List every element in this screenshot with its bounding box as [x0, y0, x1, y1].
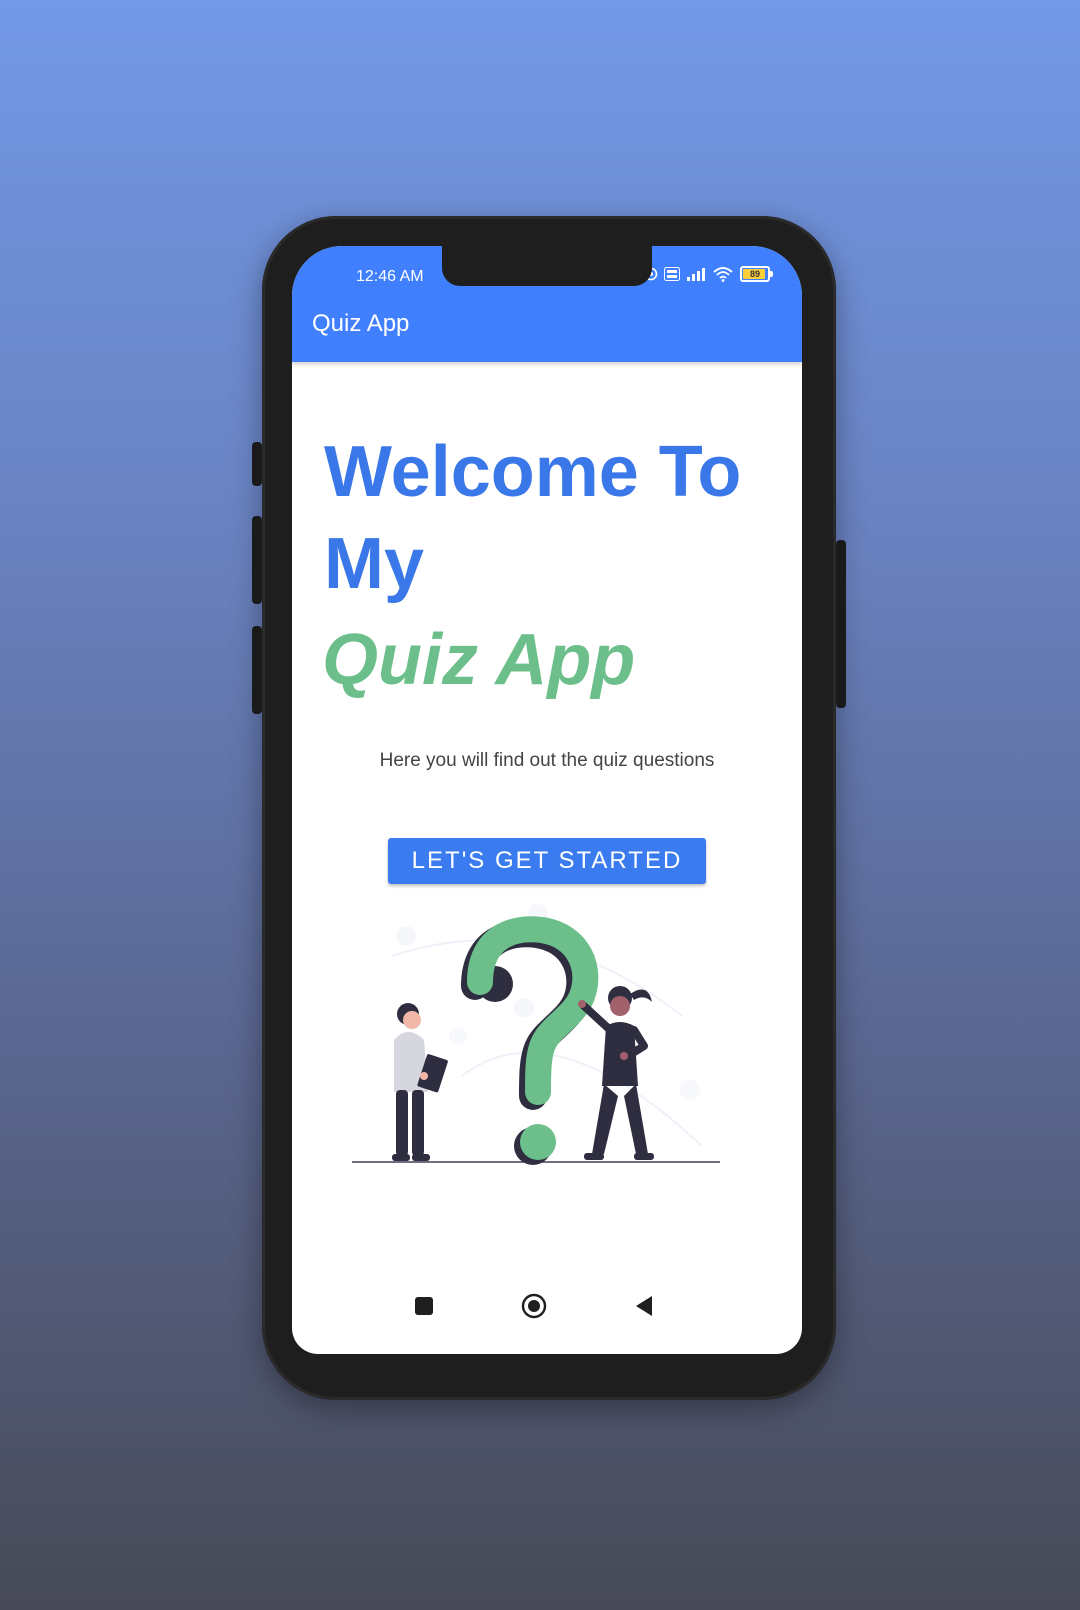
system-nav-bar — [292, 1276, 802, 1336]
wifi-icon — [713, 267, 733, 282]
welcome-heading: Welcome To My — [324, 432, 742, 604]
battery-icon: 89 — [740, 266, 773, 282]
volume-down-button — [252, 626, 262, 714]
home-icon — [521, 1293, 547, 1319]
back-button[interactable] — [630, 1292, 658, 1320]
recents-icon — [415, 1297, 433, 1315]
phone-side-button — [252, 442, 262, 486]
welcome-subtitle: Here you will find out the quiz question… — [379, 750, 715, 771]
recents-button[interactable] — [410, 1292, 438, 1320]
status-icons: 89 — [644, 266, 773, 282]
person-left — [392, 1003, 448, 1161]
status-time: 12:46 AM — [356, 268, 424, 285]
home-button[interactable] — [520, 1292, 548, 1320]
volte-icon — [664, 267, 680, 281]
power-button — [836, 540, 846, 708]
back-icon — [636, 1296, 652, 1316]
volume-up-button — [252, 516, 262, 604]
person-right — [578, 986, 654, 1160]
welcome-heading-accent: Quiz App — [322, 620, 636, 700]
app-title: Quiz App — [312, 310, 410, 337]
get-started-button[interactable]: LET'S GET STARTED — [388, 838, 706, 884]
camera-notch — [442, 246, 652, 286]
battery-level: 89 — [749, 269, 760, 279]
signal-icon — [687, 268, 705, 281]
phone-screen: 12:46 AM 89 Quiz App Welcome To My Quiz … — [292, 246, 802, 1354]
quiz-illustration — [352, 904, 720, 1165]
app-bar: Quiz App — [292, 286, 802, 362]
